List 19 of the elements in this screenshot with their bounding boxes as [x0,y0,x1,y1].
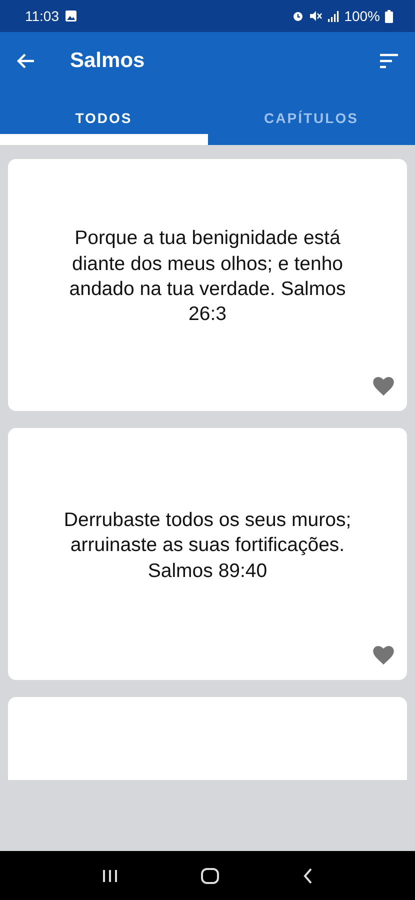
signal-icon [327,10,340,22]
back-arrow-icon[interactable] [16,51,36,71]
alarm-icon [292,10,304,22]
tab[interactable]: TODOS [0,90,208,145]
recent-apps-icon[interactable] [102,868,118,882]
battery-percent: 100% [344,8,380,24]
heart-icon[interactable] [373,646,394,665]
verse-text: Porque a tua benignidade está diante dos meus olhos; e tenho andado na tua verdade. Salmos 26:3 [68,226,347,328]
sort-icon[interactable] [379,53,399,69]
home-icon[interactable] [201,868,220,884]
image-icon [65,10,77,22]
battery-icon [385,10,393,22]
tab[interactable]: CAPÍTULOS [208,90,415,145]
screen-title: Salmos [70,49,146,73]
back-nav-icon[interactable] [303,868,314,884]
verse-text: Derrubaste todos os seus muros; arruinaste as suas fortificações. Salmos 89:40 [62,508,352,584]
mute-icon [309,10,322,22]
status-time: 11:03 [25,8,59,24]
heart-icon[interactable] [373,377,394,396]
